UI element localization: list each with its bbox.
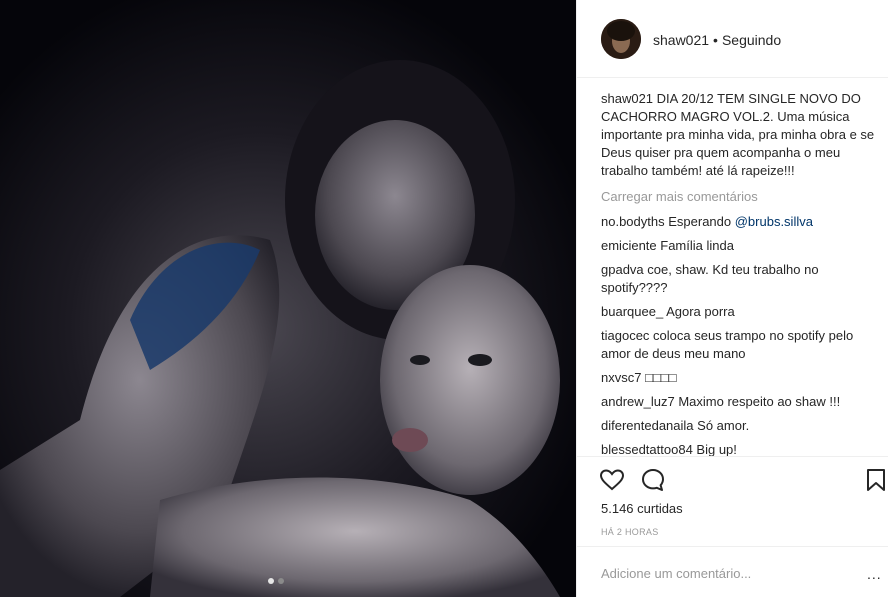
caption-username[interactable]: shaw021	[601, 91, 653, 106]
comment-text: Agora porra	[666, 304, 735, 319]
post-sidebar: shaw021 • Seguindo shaw021 DIA 20/12 TEM S…	[576, 0, 888, 597]
comment-item: no.bodyths Esperando @brubs.sillva	[601, 213, 877, 231]
comment-text: Família linda	[660, 238, 734, 253]
more-options-icon[interactable]: ...	[867, 566, 882, 582]
comment-username[interactable]: buarquee_	[601, 304, 663, 319]
comment-text: Esperando	[668, 214, 735, 229]
post-caption: shaw021 DIA 20/12 TEM SINGLE NOVO DO CAC…	[601, 90, 877, 180]
load-more-comments-link[interactable]: Carregar mais comentários	[601, 188, 877, 206]
post-timestamp[interactable]: HÁ 2 HORAS	[601, 527, 659, 537]
comment-item: andrew_luz7 Maximo respeito ao shaw !!!	[601, 393, 877, 411]
comment-item: tiagocec coloca seus trampo no spotify p…	[601, 327, 877, 363]
comment-username[interactable]: no.bodyths	[601, 214, 665, 229]
carousel-dot[interactable]	[278, 578, 284, 584]
likes-count[interactable]: 5.146 curtidas	[601, 501, 683, 516]
header-username[interactable]: shaw021	[653, 32, 709, 48]
header-separator: •	[713, 32, 718, 48]
comment-username[interactable]: gpadva	[601, 262, 644, 277]
comment-username[interactable]: nxvsc7	[601, 370, 641, 385]
follow-status-button[interactable]: Seguindo	[722, 32, 781, 48]
comment-bubble-icon[interactable]	[640, 467, 666, 493]
add-comment-bar: ...	[577, 546, 888, 597]
avatar[interactable]	[601, 19, 641, 59]
comment-username[interactable]: diferentedanaila	[601, 418, 694, 433]
comment-item: diferentedanaila Só amor.	[601, 417, 877, 435]
heart-icon[interactable]	[599, 467, 625, 493]
post-header: shaw021 • Seguindo	[577, 0, 888, 78]
comment-username[interactable]: blessedtattoo84	[601, 442, 693, 456]
post-actions: 5.146 curtidas HÁ 2 HORAS	[577, 456, 888, 546]
comment-text: Big up!	[696, 442, 737, 456]
comment-mention-link[interactable]: @brubs.sillva	[735, 214, 813, 229]
comment-item: emiciente Família linda	[601, 237, 877, 255]
comment-text: Maximo respeito ao shaw !!!	[678, 394, 841, 409]
comment-item: buarquee_ Agora porra	[601, 303, 877, 321]
carousel-indicator	[268, 578, 284, 584]
comment-text: Só amor.	[697, 418, 750, 433]
comment-text: □□□□	[645, 370, 677, 385]
comment-item: gpadva coe, shaw. Kd teu trabalho no spo…	[601, 261, 877, 297]
comment-username[interactable]: andrew_luz7	[601, 394, 675, 409]
comment-item: nxvsc7 □□□□	[601, 369, 877, 387]
comment-username[interactable]: tiagocec	[601, 328, 649, 343]
comments-list[interactable]: shaw021 DIA 20/12 TEM SINGLE NOVO DO CAC…	[601, 90, 877, 456]
comment-username[interactable]: emiciente	[601, 238, 657, 253]
post-photo[interactable]	[0, 0, 576, 597]
header-text: shaw021 • Seguindo	[653, 31, 781, 49]
comment-item: blessedtattoo84 Big up!	[601, 441, 877, 456]
instagram-post-view: shaw021 • Seguindo shaw021 DIA 20/12 TEM S…	[0, 0, 888, 597]
carousel-dot-active[interactable]	[268, 578, 274, 584]
add-comment-input[interactable]	[601, 566, 831, 581]
bookmark-icon[interactable]	[863, 467, 888, 493]
